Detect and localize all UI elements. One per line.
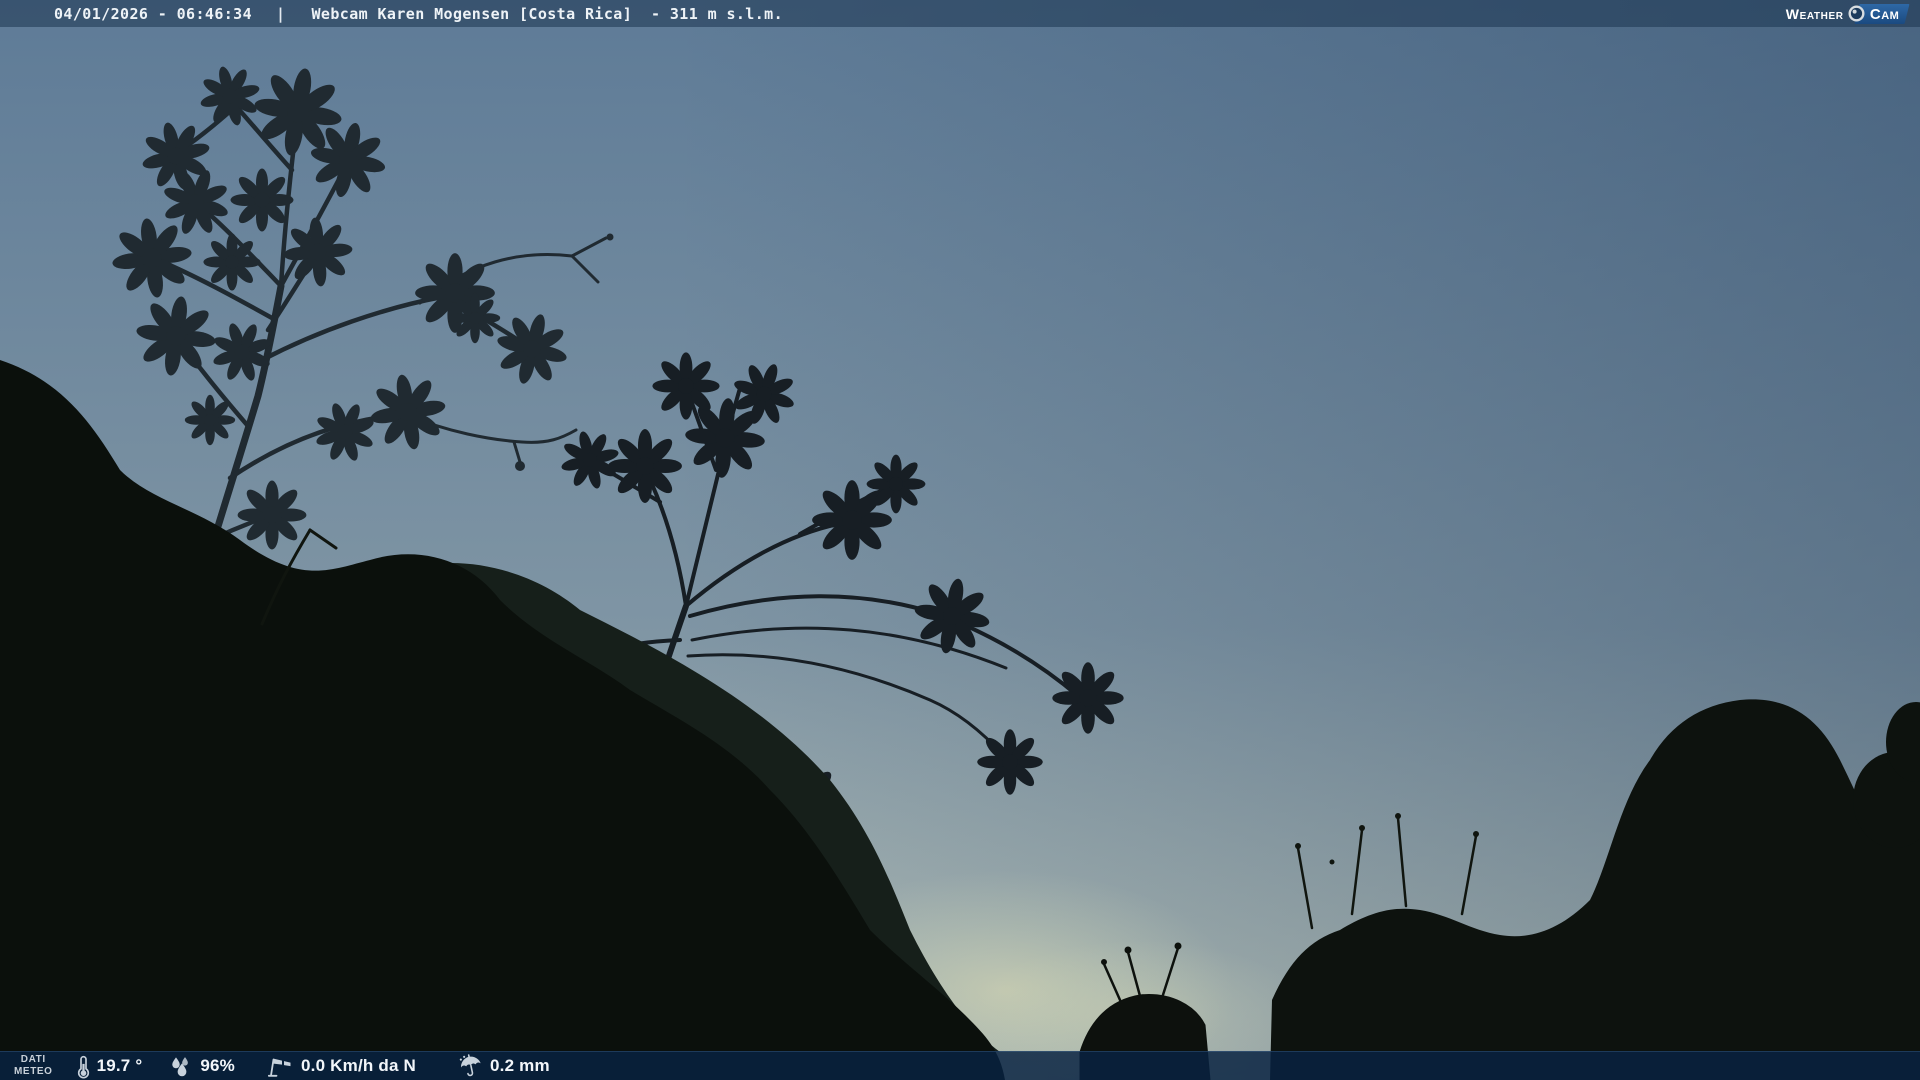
temperature-reading: 19.7 °: [77, 1054, 143, 1079]
rain-icon: [459, 1054, 481, 1077]
humidity-reading: 96%: [169, 1054, 235, 1078]
datetime-text: 04/01/2026 - 06:46:34: [54, 4, 253, 23]
temperature-value: 19.7 °: [96, 1056, 143, 1075]
rain-value: 0.2 mm: [490, 1056, 550, 1075]
header-bar: 04/01/2026 - 06:46:34 | Webcam Karen Mog…: [0, 0, 1920, 27]
wind-icon: [268, 1058, 291, 1077]
thermometer-icon: [77, 1055, 89, 1078]
meteo-data-label: DATI METEO: [14, 1053, 53, 1078]
webcam-viewer: 04/01/2026 - 06:46:34 | Webcam Karen Mog…: [0, 0, 1920, 1080]
camera-lens-icon: [1848, 5, 1865, 22]
wind-value: 0.0 Km/h da N: [301, 1056, 417, 1075]
header-separator: |: [276, 4, 286, 23]
logo-cam-text: Cam: [1869, 5, 1899, 22]
humidity-icon: [172, 1057, 189, 1077]
logo-weather-text: Weather: [1785, 5, 1844, 22]
humidity-value: 96%: [200, 1056, 235, 1075]
webcam-title: Webcam Karen Mogensen [Costa Rica] - 311…: [311, 4, 784, 23]
rain-reading: 0.2 mm: [459, 1054, 550, 1078]
wind-reading: 0.0 Km/h da N: [268, 1054, 416, 1078]
weathercam-logo: Weather Cam: [1785, 0, 1910, 27]
weather-data-bar: DATI METEO 19.7 ° 96% 0.0 Km/h da N 0.2 …: [0, 1051, 1920, 1080]
webcam-scene-image: [0, 0, 1920, 1080]
